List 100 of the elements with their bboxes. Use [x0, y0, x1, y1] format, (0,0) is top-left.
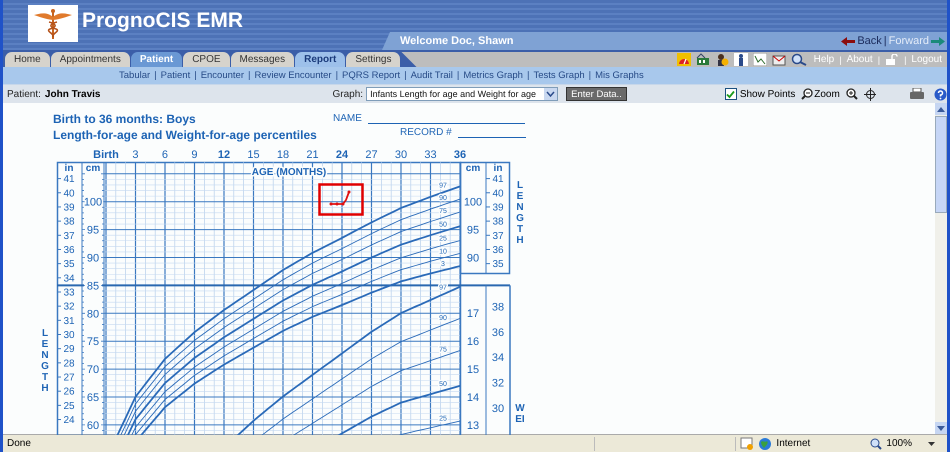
subnav-link[interactable]: Audit Trail: [410, 70, 453, 81]
nav-tab[interactable]: Patient: [130, 52, 182, 67]
separator-text: |: [248, 70, 250, 81]
inch-tick-label: 32: [63, 302, 75, 313]
zoom-in-icon[interactable]: [846, 88, 858, 100]
caret-icon[interactable]: [928, 442, 935, 446]
help-icon[interactable]: [934, 88, 947, 100]
lb-tick-label: 38: [492, 301, 504, 314]
length-axis-label: LENGTH: [40, 328, 50, 394]
cm-tick-label: 100: [464, 196, 482, 209]
nav-tab[interactable]: Messages: [230, 52, 294, 67]
nav-tab[interactable]: Settings: [346, 52, 400, 67]
inch-tick-label: 39: [492, 202, 504, 214]
cm-tick-label: 90: [466, 252, 480, 264]
crosshair-icon[interactable]: [864, 88, 876, 100]
person-icon[interactable]: [734, 53, 748, 66]
inch-tick-label: 38: [63, 216, 75, 228]
back-link[interactable]: Back: [857, 35, 882, 47]
cm-tick-label: 80: [86, 308, 100, 320]
separator-text: |: [526, 70, 530, 81]
lb-tick-label: 36: [492, 326, 504, 339]
welcome-text: Welcome Doc, Shawn: [400, 35, 514, 47]
inch-tick-label: 36: [492, 244, 504, 256]
mail-icon[interactable]: [772, 53, 786, 66]
cm-tick-label: 95: [86, 224, 100, 237]
inch-tick-label: 30: [63, 330, 75, 341]
separator-text: |: [154, 70, 157, 81]
kg-tick-label: 13: [466, 420, 480, 432]
nav-tab[interactable]: CPOE: [183, 52, 230, 67]
enter-data-button[interactable]: Enter Data..: [566, 87, 627, 101]
zoom-level[interactable]: 100%: [886, 438, 912, 449]
age-tick-label: 30: [394, 149, 408, 161]
magnifier-icon[interactable]: [790, 53, 809, 66]
scroll-thumb[interactable]: [935, 116, 947, 213]
separator-text: |: [194, 70, 197, 81]
subnav-link[interactable]: Mis Graphs: [595, 70, 644, 81]
chart-icon[interactable]: [752, 53, 767, 66]
printer-icon[interactable]: [910, 88, 924, 100]
nav-tab[interactable]: Home: [5, 52, 50, 67]
dropdown-caret-icon[interactable]: [544, 88, 558, 100]
subnav-link[interactable]: Encounter: [200, 70, 244, 81]
inch-tick-label: 33: [63, 287, 75, 298]
age-tick-label: 21: [306, 149, 319, 161]
inch-tick-label: 39: [63, 202, 75, 214]
inch-tick-label: 25: [63, 400, 75, 412]
subnav-link[interactable]: Patient: [160, 70, 190, 81]
age-tick-label: 12: [218, 149, 230, 161]
subnav-link[interactable]: Metrics Graph: [463, 70, 523, 81]
separator-text: |: [404, 70, 407, 81]
kg-tick-label: 17: [466, 308, 480, 320]
zoom-out-icon[interactable]: [801, 88, 814, 100]
kg-tick-label: 14: [466, 392, 480, 404]
name-label: NAME: [333, 113, 362, 124]
kg-tick-label: 15: [466, 364, 480, 376]
separator-text: |: [884, 35, 887, 47]
lb-tick-label: 30: [492, 402, 504, 415]
cm-tick-label: 100: [84, 196, 102, 209]
scrollbar[interactable]: [935, 103, 947, 434]
graph-label: Graph:: [332, 88, 364, 100]
age-tick-label: 36: [454, 149, 466, 161]
scroll-down-button[interactable]: [935, 422, 947, 434]
scroll-up-button[interactable]: [935, 103, 947, 115]
kg-tick-label: 16: [466, 336, 480, 348]
inch-tick-label: 27: [63, 372, 75, 384]
nav-tab[interactable]: Report: [295, 52, 346, 67]
inch-tick-label: 37: [63, 230, 75, 242]
separator-text: |: [588, 70, 592, 81]
age-tick-label: Birth: [93, 149, 119, 161]
app-title: PrognoCIS EMR: [82, 9, 243, 33]
gauge-icon[interactable]: [676, 53, 691, 66]
cm-tick-label: 60: [86, 420, 100, 432]
patient-label: Patient:: [7, 88, 41, 100]
inch-tick-label: 35: [63, 259, 75, 270]
inch-tick-label: 35: [492, 259, 504, 270]
separator-text: |: [456, 70, 460, 81]
inch-tick-label: 24: [63, 415, 75, 426]
show-points-checkbox[interactable]: [724, 88, 737, 100]
logo-icon: [28, 5, 78, 42]
back-arrow-icon[interactable]: [841, 36, 856, 46]
caret-up-icon[interactable]: [937, 106, 945, 112]
age-tick-label: 15: [247, 149, 260, 161]
inch-tick-label: 41: [63, 174, 75, 186]
caret-down-icon[interactable]: [937, 426, 945, 430]
subnav-link[interactable]: Tests Graph: [533, 70, 585, 81]
inch-tick-label: 40: [63, 188, 75, 200]
nav-tab[interactable]: Appointments: [50, 52, 130, 67]
subnav-link[interactable]: Tabular: [119, 70, 150, 81]
chart-title: Length-for-age and Weight-for-age percentiles: [53, 127, 318, 143]
building-icon[interactable]: [696, 53, 710, 66]
inch-tick-label: 38: [492, 216, 504, 228]
graph-dropdown[interactable]: Infants Length for age and Weight for age: [366, 87, 558, 101]
inch-tick-label: 31: [63, 316, 75, 327]
subnav-link[interactable]: Review Encounter: [254, 70, 332, 81]
status-text: Done: [7, 438, 31, 449]
cm-tick-label: 85: [86, 280, 100, 292]
age-tick-label: 27: [365, 149, 378, 161]
zoom-icon[interactable]: [870, 438, 882, 450]
length-axis-label: LENGTH: [515, 180, 525, 246]
unit-label: in: [64, 163, 74, 174]
subnav-link[interactable]: PQRS Report: [342, 70, 400, 81]
